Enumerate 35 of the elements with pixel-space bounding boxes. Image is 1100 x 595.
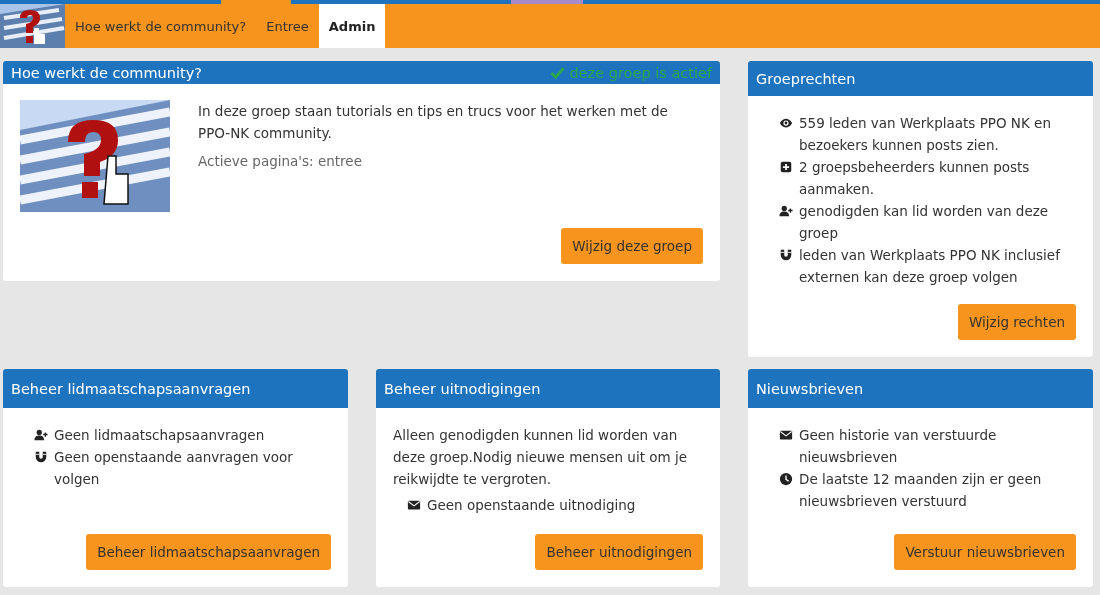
plus-square-icon <box>779 160 793 174</box>
card-title: Beheer uitnodigingen <box>384 380 541 397</box>
list-item-text: 559 leden van Werkplaats PPO NK en bezoekers kunnen posts zien. <box>799 114 1052 155</box>
list-item-text: 2 groepsbeheerders kunnen posts aanmaken. <box>799 158 1031 199</box>
action-button[interactable]: Verstuur nieuwsbrieven <box>894 534 1076 570</box>
magnet-icon <box>34 450 48 464</box>
envelope-icon <box>407 498 421 512</box>
check-icon <box>550 65 566 80</box>
user-plus-icon <box>779 204 793 218</box>
nav-tab[interactable]: Hoe werkt de community? <box>65 4 257 48</box>
action-button[interactable]: Beheer lidmaatschapsaanvragen <box>86 534 331 570</box>
nav-tab[interactable]: Admin <box>318 4 386 48</box>
eye-icon <box>779 116 793 130</box>
clock-icon <box>779 472 793 486</box>
action-button[interactable]: Beheer uitnodigingen <box>535 534 703 570</box>
magnet-icon <box>779 248 793 262</box>
nav-tab[interactable]: Entree <box>256 4 319 48</box>
action-button[interactable]: Wijzig rechten <box>958 304 1076 340</box>
status-label: deze groep is actief <box>550 64 712 81</box>
card-title: Beheer lidmaatschapsaanvragen <box>11 380 251 397</box>
card-title: Hoe werkt de community? <box>11 64 202 81</box>
list-item-text: Geen lidmaatschapsaanvragen <box>54 426 265 445</box>
list-item-text: Geen openstaande aanvragen voor volgen <box>54 448 294 489</box>
list-item-text: De laatste 12 maanden zijn er geen nieuwsbrieven verstuurd <box>799 470 1043 511</box>
envelope-icon <box>779 428 793 442</box>
list-item-text: leden van Werkplaats PPO NK inclusief externen kan deze groep volgen <box>799 246 1062 287</box>
info-text: Alleen genodigden kunnen lid worden van deze groep.Nodig nieuwe mensen uit om je reikwijdte te vergroten. <box>393 426 688 489</box>
pages-text: Actieve pagina's: entree <box>198 152 363 171</box>
card-title: Nieuwsbrieven <box>756 380 864 397</box>
list-item-text: Geen historie van verstuurde nieuwsbrieven <box>799 426 998 467</box>
user-plus-icon <box>34 428 48 442</box>
list-item-text: Geen openstaande uitnodiging <box>427 496 636 515</box>
card-title: Groeprechten <box>756 70 856 87</box>
action-button[interactable]: Wijzig deze groep <box>561 228 703 264</box>
description-text: In deze groep staan tutorials en tips en trucs voor het werken met de PPO-NK community. <box>198 102 669 143</box>
